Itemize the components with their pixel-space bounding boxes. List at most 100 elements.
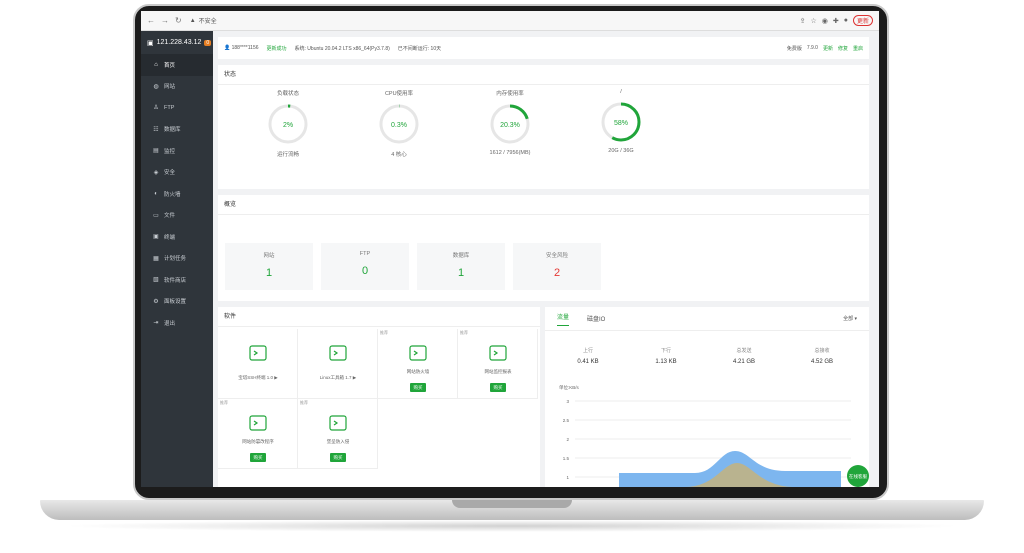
gear-icon: ⚙ <box>153 298 159 305</box>
gauge-label: CPU使用率 <box>384 91 414 97</box>
edition-label: 免费版 <box>786 45 802 52</box>
overview-stat-2[interactable]: 数据库 1 <box>417 243 505 290</box>
warning-icon: ▲ <box>189 17 196 24</box>
gauge-subtext: 运行流畅 <box>276 152 299 158</box>
sidebar-item-10[interactable]: ▧ 软件商店 <box>141 269 213 291</box>
overview-stat-3[interactable]: 安全风险 2 <box>513 243 601 290</box>
back-icon[interactable]: ← <box>147 16 155 25</box>
laptop-notch <box>452 500 572 508</box>
software-name: 网站防火墙 <box>406 369 430 374</box>
update-link[interactable]: 更新 <box>823 45 833 52</box>
sidebar-item-label: 文件 <box>164 213 176 220</box>
buy-button[interactable]: 购买 <box>330 453 346 462</box>
sidebar-item-label: 数据库 <box>164 127 181 134</box>
shield-icon: ◈ <box>153 169 159 176</box>
traffic-label: 总接收 <box>814 348 830 354</box>
share-icon[interactable]: ⇪ <box>800 17 806 25</box>
gauge-subtext: 4 核心 <box>391 152 407 158</box>
stat-label: 数据库 <box>452 253 470 259</box>
software-title: 软件 <box>218 307 540 327</box>
sidebar-item-0[interactable]: ⌂ 首页 <box>141 54 213 76</box>
traffic-panel: 流量 磁盘IO 全部 ▾ 上行 0.41 KB 下行 1.13 KB 总发送 4.21 G… <box>545 307 869 487</box>
online-service-button[interactable]: 在线客服 <box>847 465 869 487</box>
sidebar-item-6[interactable]: ◐ 防火墙 <box>141 183 213 205</box>
home-icon: ⌂ <box>154 61 158 68</box>
sidebar-item-12[interactable]: ⇥ 退出 <box>141 312 213 334</box>
sidebar-item-label: 监控 <box>164 148 176 155</box>
software-item-1[interactable]: Linux工具箱 1.7 ▶ <box>298 329 378 399</box>
laptop-shadow <box>60 520 964 532</box>
traffic-stat-0: 上行 0.41 KB <box>553 347 623 365</box>
overview-stat-0[interactable]: 网站 1 <box>225 243 313 290</box>
tab-traffic[interactable]: 流量 <box>557 312 570 326</box>
user-account[interactable]: 👤 188****1156 <box>224 45 259 51</box>
gauge-0[interactable]: 负载状态 2% 运行流畅 <box>243 89 333 158</box>
network-select[interactable]: 全部 ▾ <box>843 315 857 322</box>
sidebar-item-label: 终端 <box>164 234 176 241</box>
sidebar-item-label: 网站 <box>164 84 176 91</box>
traffic-stat-1: 下行 1.13 KB <box>631 347 701 365</box>
sidebar-item-1[interactable]: ◍ 网站 <box>141 76 213 98</box>
reload-icon[interactable]: ↻ <box>175 16 182 25</box>
profile-icon[interactable]: ● <box>844 17 848 24</box>
gauge-ring: 20.3% <box>490 104 530 144</box>
sidebar-item-4[interactable]: ▤ 监控 <box>141 140 213 162</box>
star-icon[interactable]: ☆ <box>810 17 816 25</box>
recommend-tag: 推荐 <box>380 330 388 335</box>
status-panel: 状态 负载状态 2% 运行流畅 CPU使用率 0.3% 4 核心 内存使用率 20.… <box>218 65 869 189</box>
server-ip: 121.228.43.12 <box>156 39 202 46</box>
software-item-2[interactable]: 推荐网站防火墙购买 <box>378 329 458 399</box>
restart-link[interactable]: 重启 <box>853 45 863 52</box>
traffic-label: 下行 <box>660 348 671 354</box>
tab-disk-io[interactable]: 磁盘IO <box>587 314 605 323</box>
update-button[interactable]: 更新 <box>852 15 873 26</box>
stat-value: 1 <box>457 267 465 279</box>
recommend-tag: 推荐 <box>220 400 228 405</box>
y-tick-label: 1 <box>566 475 569 480</box>
gauge-value: 2% <box>283 122 293 129</box>
sidebar: ▣ 121.228.43.12 0 ⌂ 首页 ◍ 网站 ♙ FTP ☷ 数据库 ▤ 监控 ◈ 安全 ◐ 防… <box>141 31 213 487</box>
sidebar-item-label: 防火墙 <box>164 191 181 198</box>
gauge-label: / <box>620 89 622 95</box>
software-item-3[interactable]: 推荐 网站监控报表 购买 <box>458 329 538 399</box>
buy-button[interactable]: 购买 <box>250 453 266 462</box>
sidebar-item-3[interactable]: ☷ 数据库 <box>141 119 213 141</box>
buy-button[interactable]: 购买 <box>410 383 426 392</box>
traffic-stat-2: 总发送 4.21 GB <box>709 347 779 365</box>
sidebar-item-5[interactable]: ◈ 安全 <box>141 162 213 184</box>
server-header: ▣ 121.228.43.12 0 <box>141 31 213 54</box>
buy-button[interactable]: 购买 <box>490 383 506 392</box>
sidebar-item-7[interactable]: ▭ 文件 <box>141 205 213 227</box>
stat-label: 安全风险 <box>545 253 568 259</box>
overview-stat-1[interactable]: FTP 0 <box>321 243 409 290</box>
sidebar-item-8[interactable]: ▣ 终端 <box>141 226 213 248</box>
notification-badge[interactable]: 0 <box>204 39 212 46</box>
globe-icon: ◍ <box>153 83 159 90</box>
traffic-tabs: 流量 磁盘IO 全部 ▾ <box>545 307 869 331</box>
gauge-1[interactable]: CPU使用率 0.3% 4 核心 <box>354 89 444 158</box>
database-icon: ☷ <box>153 126 159 133</box>
software-item-0[interactable]: 宝塔SSH终端 1.0 ▶ <box>218 329 298 399</box>
y-tick-label: 2.5 <box>563 418 570 423</box>
firewall-icon: ◐ <box>154 190 158 197</box>
gauge-2[interactable]: 内存使用率 20.3% 1612 / 7956(MB) <box>465 89 555 156</box>
stat-value: 2 <box>553 267 561 279</box>
extension-icon[interactable]: ◉ <box>822 17 828 25</box>
calendar-icon: ▦ <box>153 255 159 262</box>
software-item-5[interactable]: 推荐 堡垒防入侵 购买 <box>298 399 378 469</box>
puzzle-icon[interactable]: ✚ <box>833 17 839 25</box>
software-name: Linux工具箱 1.7 ▶ <box>319 375 357 380</box>
address-bar[interactable]: ▲ 不安全 <box>189 16 217 26</box>
fix-link[interactable]: 修复 <box>838 45 848 52</box>
guard-icon <box>329 415 347 431</box>
status-title: 状态 <box>218 65 869 85</box>
software-item-4[interactable]: 推荐 网站防篡改程序 购买 <box>218 399 298 469</box>
traffic-value: 1.13 KB <box>655 359 677 365</box>
gauge-3[interactable]: / 58% 20G / 36G <box>576 89 666 154</box>
sidebar-item-9[interactable]: ▦ 计划任务 <box>141 248 213 270</box>
info-bar: 👤 188****1156 更新成功 系统: Ubuntu 20.04.2 LT… <box>218 37 869 59</box>
monitor-icon: ▤ <box>153 148 159 155</box>
forward-icon[interactable]: → <box>161 16 169 25</box>
sidebar-item-2[interactable]: ♙ FTP <box>141 97 213 119</box>
sidebar-item-11[interactable]: ⚙ 面板设置 <box>141 291 213 313</box>
